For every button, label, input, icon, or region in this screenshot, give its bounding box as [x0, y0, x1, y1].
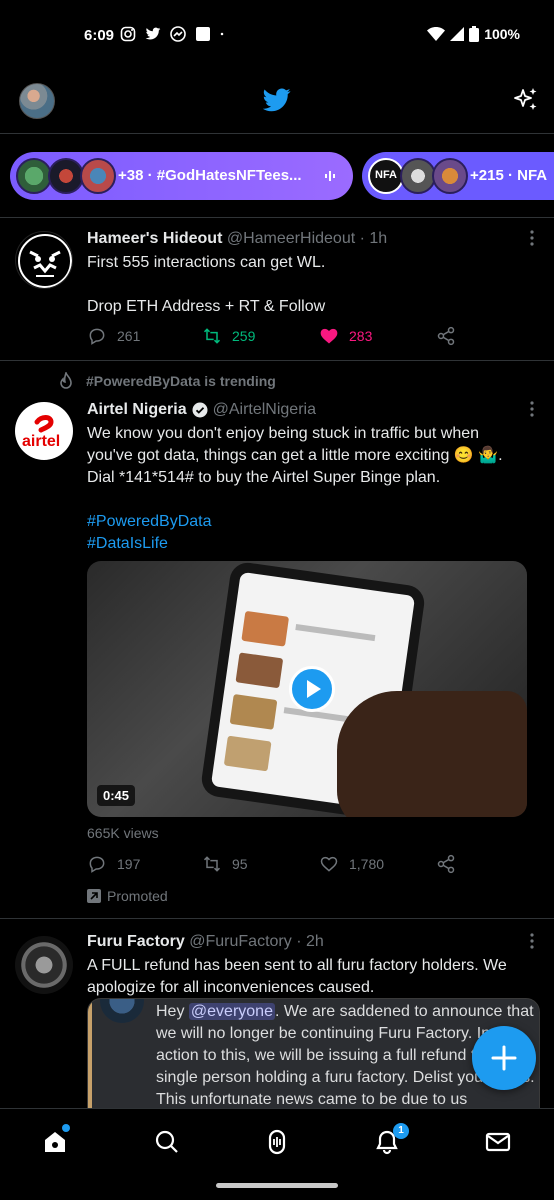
- dot-icon: [220, 32, 224, 36]
- top-app-bar: [0, 70, 554, 134]
- video-player[interactable]: 0:45: [87, 561, 527, 817]
- space-card-nfa[interactable]: NFA +215 · NFA: [362, 152, 554, 200]
- retweet-icon: [203, 856, 221, 872]
- home-icon: [45, 1132, 65, 1152]
- tweet-actions: 261 259 283: [87, 326, 467, 348]
- tiger-logo-icon: [18, 234, 72, 288]
- tweet-handle: @HameerHideout: [226, 230, 356, 247]
- nav-messages[interactable]: [485, 1129, 511, 1155]
- tweet-handle: @FuruFactory: [189, 933, 292, 950]
- status-bar: 6:09 100%: [0, 0, 554, 70]
- reply-button[interactable]: 261: [87, 326, 140, 346]
- hashtag-link[interactable]: #DataIsLife: [87, 533, 527, 555]
- signal-icon: [450, 27, 465, 41]
- wifi-icon: [427, 27, 446, 41]
- promoted-tweet-card[interactable]: #PoweredByData is trending airtel Airtel…: [0, 361, 554, 919]
- tweet-author-name[interactable]: Hameer's Hideout: [87, 230, 222, 247]
- notification-badge: 1: [393, 1123, 409, 1139]
- tweet-text: A FULL refund has been sent to all furu …: [87, 957, 507, 996]
- video-duration: 0:45: [97, 785, 136, 806]
- nav-notifications[interactable]: 1: [374, 1123, 409, 1155]
- retweet-button[interactable]: 95: [202, 854, 248, 874]
- share-icon: [437, 326, 455, 346]
- tweet-time: · 1h: [359, 230, 388, 247]
- tweet-text: We know you don't enjoy being stuck in t…: [87, 423, 527, 555]
- more-options-icon[interactable]: [530, 401, 534, 417]
- flame-icon: [60, 372, 72, 389]
- like-button[interactable]: 283: [319, 326, 372, 346]
- promoted-label: Promoted: [87, 888, 168, 904]
- space-card-godhatesnftees[interactable]: +38 · #GodHatesNFTees...: [10, 152, 353, 200]
- more-options-icon[interactable]: [530, 230, 534, 246]
- nav-home[interactable]: [42, 1124, 70, 1155]
- play-icon: [307, 680, 321, 698]
- retweet-button[interactable]: 259: [202, 326, 255, 346]
- mention-everyone: @everyone: [188, 1003, 275, 1020]
- space-avatar: [16, 158, 52, 194]
- tweet-handle: @AirtelNigeria: [212, 401, 316, 418]
- promoted-arrow-icon: [87, 889, 101, 903]
- home-dot-badge: [62, 1124, 70, 1132]
- heart-icon: [320, 856, 338, 872]
- airtel-logo-text: airtel: [22, 433, 61, 450]
- reply-button[interactable]: 197: [87, 854, 140, 874]
- heart-filled-icon: [320, 328, 338, 344]
- play-button[interactable]: [289, 666, 335, 712]
- battery-percent: 100%: [484, 26, 520, 42]
- tweet-avatar[interactable]: airtel: [15, 402, 73, 460]
- tweet-author-name[interactable]: Furu Factory: [87, 933, 185, 950]
- compose-tweet-button[interactable]: [472, 1026, 536, 1090]
- messenger-icon: [170, 26, 186, 42]
- tweet-author-name[interactable]: Airtel Nigeria: [87, 401, 187, 419]
- twitter-bird-icon[interactable]: [263, 88, 291, 112]
- nav-spaces[interactable]: [264, 1129, 290, 1155]
- share-button[interactable]: [436, 326, 456, 346]
- reply-icon: [89, 328, 105, 345]
- gesture-bar[interactable]: [216, 1183, 338, 1188]
- sparkle-icon[interactable]: [512, 86, 540, 114]
- nav-search[interactable]: [154, 1129, 180, 1155]
- tweet-avatar[interactable]: [15, 231, 73, 289]
- plus-icon: [491, 1045, 517, 1071]
- trend-context: #PoweredByData is trending: [58, 372, 276, 390]
- tweet-text: First 555 interactions can get WL. Drop …: [87, 254, 326, 315]
- tweet-card[interactable]: Furu Factory @FuruFactory · 2h A FULL re…: [0, 919, 554, 1108]
- like-button[interactable]: 1,780: [319, 854, 384, 874]
- spaces-bar: +38 · #GodHatesNFTees... NFA +215 · NFA: [0, 134, 554, 218]
- audio-wave-icon: [325, 171, 335, 181]
- quote-avatar: [100, 999, 144, 1023]
- messages-icon: [485, 1132, 511, 1152]
- reply-icon: [89, 856, 105, 873]
- space-label: +38 · #GodHatesNFTees...: [118, 167, 302, 184]
- hand-graphic: [337, 691, 527, 817]
- tweet-avatar[interactable]: [15, 936, 73, 994]
- battery-icon: [469, 26, 480, 42]
- retweet-icon: [203, 328, 221, 344]
- tweet-actions: 197 95 1,780: [87, 854, 467, 876]
- bottom-navigation: 1: [0, 1108, 554, 1174]
- more-options-icon[interactable]: [530, 933, 534, 949]
- instagram-icon: [120, 26, 136, 42]
- space-avatar: [432, 158, 468, 194]
- status-time: 6:09: [84, 27, 115, 44]
- space-avatar: NFA: [368, 158, 404, 194]
- space-avatar: [400, 158, 436, 194]
- space-avatar: [80, 158, 116, 194]
- space-label: +215 · NFA: [470, 167, 548, 184]
- twitter-icon: [145, 27, 161, 40]
- square-icon: [196, 27, 210, 41]
- spaces-icon: [268, 1129, 286, 1155]
- airtel-logo-icon: [34, 415, 54, 433]
- view-count: 665K views: [87, 825, 159, 841]
- verified-badge-icon: [192, 402, 208, 418]
- hashtag-link[interactable]: #PoweredByData: [87, 511, 527, 533]
- search-icon: [155, 1130, 178, 1153]
- share-icon: [437, 854, 455, 874]
- space-avatar: [48, 158, 84, 194]
- profile-avatar[interactable]: [19, 83, 55, 119]
- tweet-card[interactable]: Hameer's Hideout @HameerHideout · 1h Fir…: [0, 218, 554, 361]
- tweet-time: · 2h: [296, 933, 324, 950]
- share-button[interactable]: [436, 854, 456, 874]
